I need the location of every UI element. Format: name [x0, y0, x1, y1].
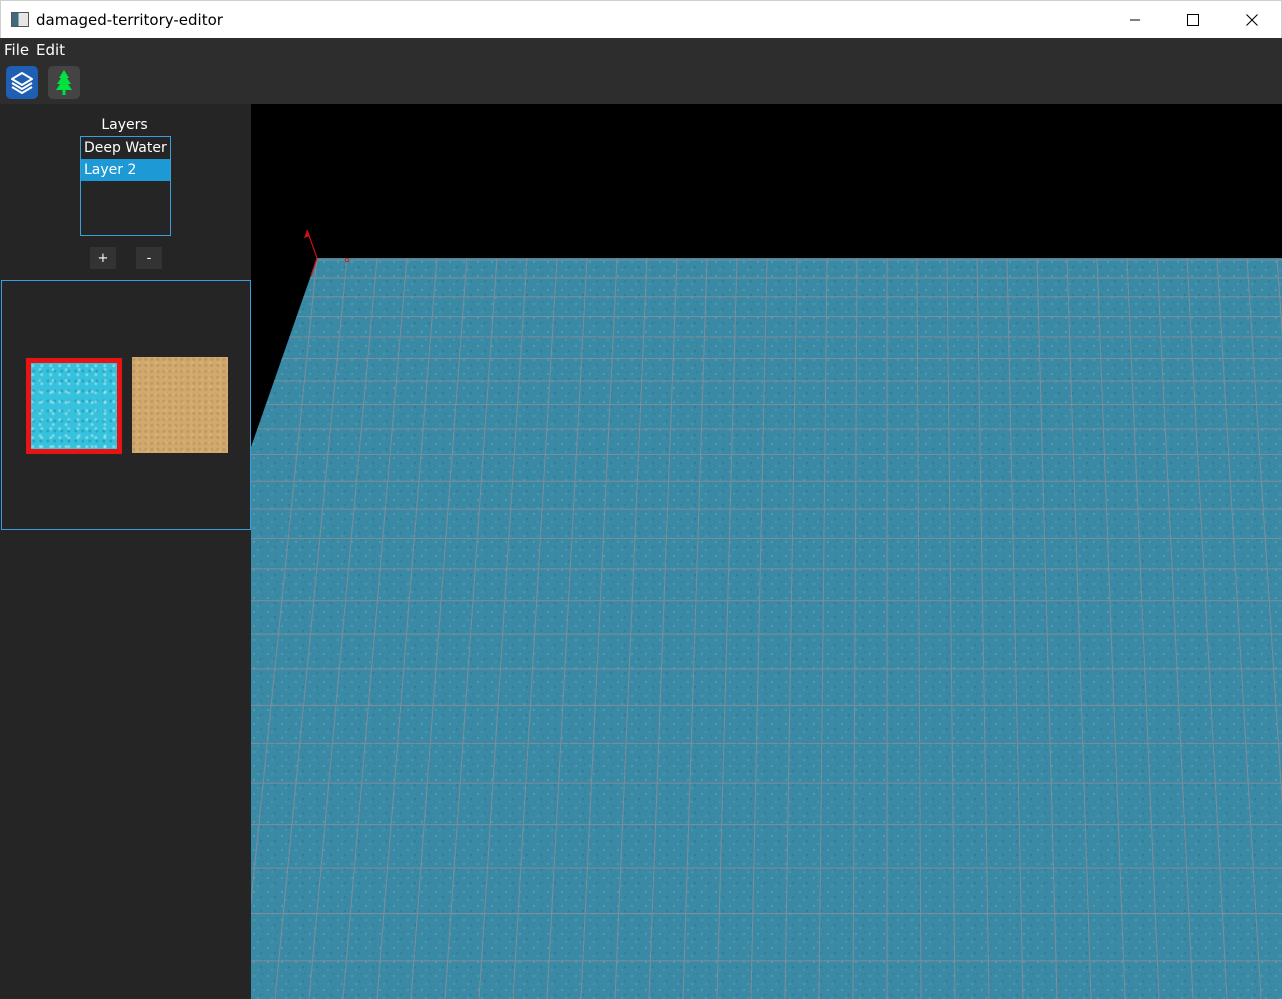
- menu-edit[interactable]: Edit: [36, 41, 65, 59]
- tree-tool-button[interactable]: [48, 66, 80, 99]
- terrain-scene: [251, 229, 1282, 999]
- layer-list[interactable]: Deep Water Layer 2: [80, 136, 171, 236]
- ground-plane: [251, 258, 1282, 999]
- layer-item-layer-2[interactable]: Layer 2: [81, 159, 170, 181]
- texture-palette: [1, 280, 251, 530]
- menu-bar: File Edit: [0, 38, 1282, 62]
- water-texture-image: [31, 363, 117, 449]
- menu-file[interactable]: File: [4, 41, 29, 59]
- map-viewport[interactable]: [251, 104, 1282, 999]
- water-texture-tile[interactable]: [26, 358, 122, 454]
- tree-icon: [56, 69, 72, 95]
- close-icon: [1246, 14, 1258, 26]
- layer-item-deep-water[interactable]: Deep Water: [81, 137, 170, 159]
- left-panel: Layers Deep Water Layer 2 + -: [0, 104, 251, 999]
- layers-heading: Layers: [101, 117, 148, 133]
- minimize-button[interactable]: [1106, 1, 1164, 39]
- maximize-icon: [1187, 14, 1199, 26]
- remove-layer-button[interactable]: -: [136, 247, 162, 269]
- window-title: damaged-territory-editor: [36, 11, 223, 29]
- minimize-icon: [1130, 19, 1140, 21]
- app-icon: [11, 12, 29, 27]
- title-bar: damaged-territory-editor: [0, 0, 1282, 38]
- maximize-button[interactable]: [1164, 1, 1222, 39]
- add-layer-button[interactable]: +: [90, 247, 116, 269]
- layers-tool-button[interactable]: [6, 66, 38, 99]
- close-button[interactable]: [1223, 1, 1281, 39]
- layers-icon: [11, 71, 33, 94]
- toolbar: [0, 62, 1282, 104]
- sand-texture-tile[interactable]: [132, 357, 228, 453]
